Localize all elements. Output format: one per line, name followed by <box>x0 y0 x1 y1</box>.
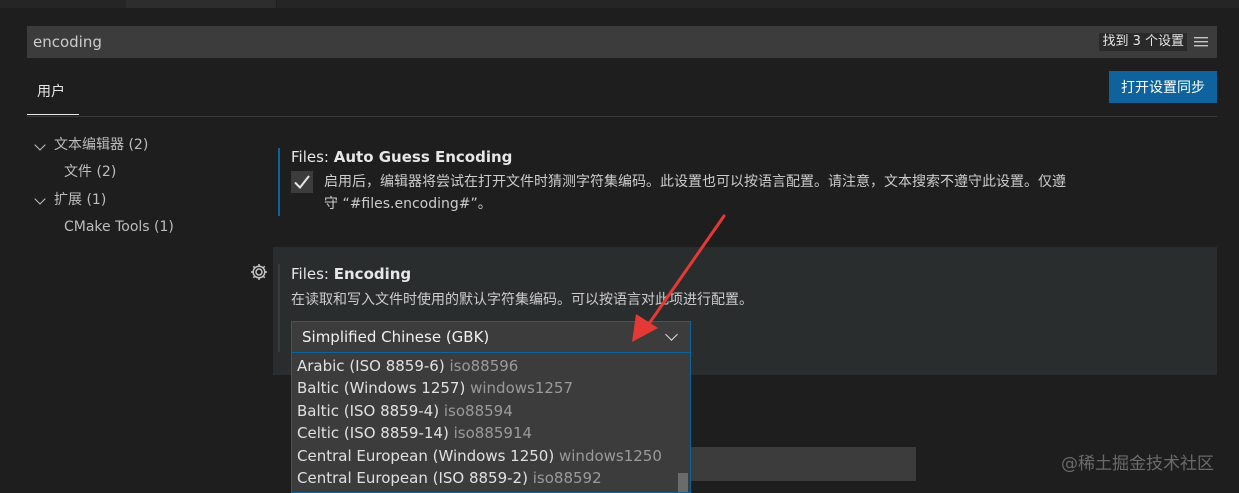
toc-item-files[interactable]: 文件 (2) <box>64 162 116 182</box>
watermark: @稀土掘金技术社区 <box>1061 454 1214 474</box>
setting-name: Auto Guess Encoding <box>333 148 513 166</box>
setting-name: Encoding <box>333 265 412 283</box>
search-result-count: 找到 3 个设置 <box>1099 33 1187 51</box>
gear-icon[interactable] <box>249 262 269 282</box>
option-label: Baltic (ISO 8859-4) <box>297 402 440 420</box>
option-id: iso88592 <box>532 469 602 487</box>
toc-item-extensions[interactable]: 扩展 (1) <box>54 190 106 210</box>
select-value: Simplified Chinese (GBK) <box>302 328 490 346</box>
check-icon <box>294 175 310 190</box>
search-input[interactable]: encoding <box>33 26 102 58</box>
settings-sync-button[interactable]: 打开设置同步 <box>1109 71 1217 103</box>
header-divider <box>27 116 1217 117</box>
setting-description-auto-guess: 启用后，编辑器将尝试在打开文件时猜测字符集编码。此设置也可以按语言配置。请注意，… <box>324 171 1194 193</box>
option-id: windows1257 <box>470 379 574 397</box>
option-label: Celtic (ISO 8859-14) <box>297 424 449 442</box>
setting-title-auto-guess: Files: Auto Guess Encoding <box>291 148 512 166</box>
setting-category: Files: <box>291 148 334 166</box>
tab-active-indicator <box>27 114 79 115</box>
chevron-down-icon[interactable] <box>34 193 46 205</box>
dropdown-option[interactable]: Celtic (ISO 8859-14) iso885914 <box>297 422 532 445</box>
description-line: 启用后，编辑器将尝试在打开文件时猜测字符集编码。此设置也可以按语言配置。请注意，… <box>324 174 1066 190</box>
option-id: windows1250 <box>559 447 662 465</box>
chevron-down-icon[interactable] <box>34 139 46 151</box>
option-id: iso885914 <box>453 424 533 442</box>
settings-toc: 文本编辑器 (2) 文件 (2) 扩展 (1) CMake Tools (1) <box>27 135 227 245</box>
setting-focus-bar <box>278 148 280 216</box>
setting-title-encoding: Files: Encoding <box>291 265 411 283</box>
dropdown-option[interactable]: Baltic (Windows 1257) windows1257 <box>297 377 573 400</box>
option-label: Central European (ISO 8859-2) <box>297 469 528 487</box>
toc-item-text-editor[interactable]: 文本编辑器 (2) <box>54 135 148 155</box>
editor-tab[interactable] <box>126 0 276 8</box>
annotation-arrow-icon <box>632 214 726 342</box>
description-line: 守 “#files.encoding#”。 <box>324 196 492 212</box>
filter-icon[interactable] <box>1193 34 1209 50</box>
option-id: iso88594 <box>443 402 513 420</box>
option-label: Arabic (ISO 8859-6) <box>297 357 445 375</box>
settings-search-box[interactable]: encoding 找到 3 个设置 <box>27 26 1217 58</box>
auto-guess-checkbox[interactable] <box>291 171 313 193</box>
dropdown-option[interactable]: Baltic (ISO 8859-4) iso88594 <box>297 400 513 423</box>
setting-category: Files: <box>291 265 334 283</box>
toc-item-cmake-tools[interactable]: CMake Tools (1) <box>64 217 174 237</box>
dropdown-option[interactable]: Arabic (ISO 8859-6) iso88596 <box>297 355 518 378</box>
editor-tab[interactable] <box>276 0 427 8</box>
dropdown-scrollbar[interactable] <box>678 473 688 492</box>
dropdown-option[interactable]: Central European (Windows 1250) windows1… <box>297 445 662 468</box>
option-label: Central European (Windows 1250) <box>297 447 555 465</box>
dropdown-option[interactable]: Central European (ISO 8859-2) iso88592 <box>297 467 602 490</box>
option-id: iso88596 <box>449 357 519 375</box>
encoding-dropdown[interactable]: Arabic (ISO 8859-6) iso88596 Baltic (Win… <box>291 353 691 493</box>
setting-focus-bar <box>278 264 280 352</box>
option-label: Baltic (Windows 1257) <box>297 379 466 397</box>
tab-user[interactable]: 用户 <box>37 80 65 104</box>
